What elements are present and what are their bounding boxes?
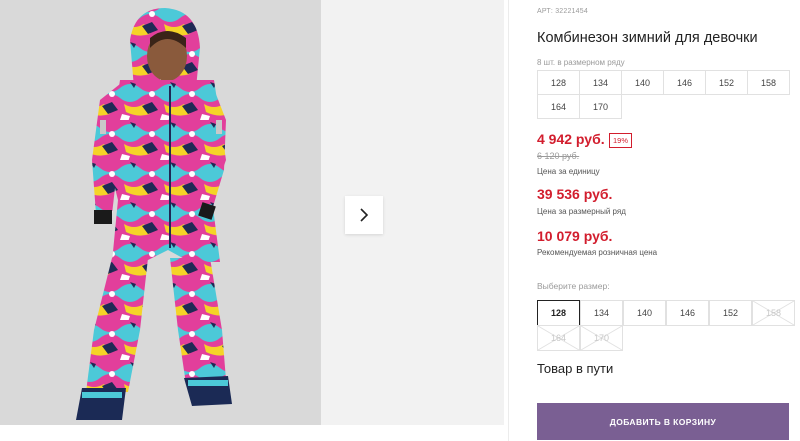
size-option-label: 158 bbox=[765, 308, 782, 318]
size-row-cell: 140 bbox=[621, 70, 664, 95]
size-option-140[interactable]: 140 bbox=[623, 300, 666, 326]
product-title: Комбинезон зимний для девочки bbox=[537, 30, 758, 46]
size-row-cell: 158 bbox=[747, 70, 790, 95]
size-option-152[interactable]: 152 bbox=[709, 300, 752, 326]
size-option-164-unavailable[interactable]: 164 bbox=[537, 325, 580, 351]
size-row-cell: 164 bbox=[537, 94, 580, 119]
unit-price-caption: Цена за единицу bbox=[537, 167, 600, 176]
size-option-146[interactable]: 146 bbox=[666, 300, 709, 326]
column-divider bbox=[508, 0, 509, 441]
product-photo[interactable] bbox=[0, 0, 321, 425]
size-row-cell: 170 bbox=[579, 94, 622, 119]
size-row-cell: 134 bbox=[579, 70, 622, 95]
choose-size-label: Выберите размер: bbox=[537, 281, 610, 291]
chevron-right-icon bbox=[360, 208, 369, 222]
size-option-128[interactable]: 128 bbox=[537, 300, 580, 326]
article-number: АРТ: 32221454 bbox=[537, 8, 588, 15]
discount-badge: 19% bbox=[609, 133, 633, 148]
size-row-price-caption: Цена за размерный ряд bbox=[537, 207, 626, 216]
size-option-134[interactable]: 134 bbox=[580, 300, 623, 326]
unit-price: 4 942 руб. bbox=[537, 131, 605, 147]
size-option-170-unavailable[interactable]: 170 bbox=[580, 325, 623, 351]
size-option-label: 170 bbox=[593, 333, 610, 343]
size-row-count: 8 шт. в размерном ряду bbox=[537, 58, 625, 67]
gallery-next-button[interactable] bbox=[345, 196, 383, 234]
size-row-cell: 146 bbox=[663, 70, 706, 95]
size-row-cell: 128 bbox=[537, 70, 580, 95]
size-row-cell: 152 bbox=[705, 70, 748, 95]
old-price: 6 120 руб. bbox=[537, 151, 580, 161]
add-to-cart-button[interactable]: ДОБАВИТЬ В КОРЗИНУ bbox=[537, 403, 789, 440]
retail-price-caption: Рекомендуемая розничная цена bbox=[537, 248, 658, 257]
size-row-price: 39 536 руб. bbox=[537, 186, 613, 202]
retail-price: 10 079 руб. bbox=[537, 228, 613, 244]
availability-status: Товар в пути bbox=[537, 361, 614, 376]
size-option-158-unavailable[interactable]: 158 bbox=[752, 300, 795, 326]
snowsuit-illustration bbox=[0, 0, 321, 425]
size-option-label: 164 bbox=[550, 333, 567, 343]
